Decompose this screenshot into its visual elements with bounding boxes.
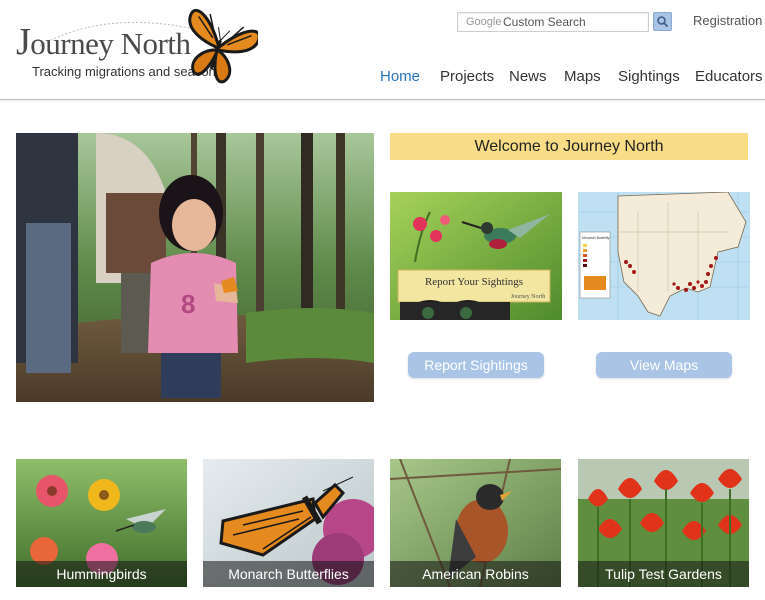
registration-link[interactable]: Registration xyxy=(693,13,762,28)
welcome-heading: Welcome to Journey North xyxy=(474,138,664,155)
nav-educators[interactable]: Educators xyxy=(695,68,763,85)
google-brand: Google xyxy=(466,16,502,28)
search-input[interactable]: Google Custom Search xyxy=(457,12,649,32)
view-maps-button[interactable]: View Maps xyxy=(596,352,732,378)
tile-hummingbirds[interactable]: Hummingbirds xyxy=(16,459,187,587)
tile-caption-hummingbirds: Hummingbirds xyxy=(16,561,187,587)
site-logo[interactable]: Journey North Tracking migrations and se… xyxy=(14,6,259,92)
report-card-brand: Journey North xyxy=(511,294,546,300)
logo-title: Journey North xyxy=(16,21,191,63)
tile-caption-tulip-test-gardens: Tulip Test Gardens xyxy=(578,561,749,587)
tile-tulip-test-gardens[interactable]: Tulip Test Gardens xyxy=(578,459,749,587)
nav-home[interactable]: Home xyxy=(380,68,420,85)
svg-text:8: 8 xyxy=(181,289,195,319)
tile-caption-american-robins: American Robins xyxy=(390,561,561,587)
monarch-map-image[interactable]: Monarch Butterfly xyxy=(578,192,750,320)
header-divider xyxy=(0,99,765,100)
report-sightings-image[interactable]: Report Your Sightings Journey North xyxy=(390,192,562,320)
search-placeholder: Custom Search xyxy=(503,15,586,29)
hero-photo-girl-with-butterfly: 8 xyxy=(16,133,374,402)
nav-projects[interactable]: Projects xyxy=(440,68,494,85)
nav-sightings[interactable]: Sightings xyxy=(618,68,680,85)
welcome-banner: Welcome to Journey North xyxy=(390,133,748,160)
monarch-butterfly-icon xyxy=(188,8,258,84)
nav-maps[interactable]: Maps xyxy=(564,68,601,85)
map-legend-title: Monarch Butterfly xyxy=(582,236,610,240)
nav-news[interactable]: News xyxy=(509,68,547,85)
report-sightings-button[interactable]: Report Sightings xyxy=(408,352,544,378)
report-card-title: Report Your Sightings xyxy=(425,276,523,288)
tile-caption-monarch-butterflies: Monarch Butterflies xyxy=(203,561,374,587)
search-icon xyxy=(657,16,669,28)
tile-monarch-butterflies[interactable]: Monarch Butterflies xyxy=(203,459,374,587)
tile-american-robins[interactable]: American Robins xyxy=(390,459,561,587)
search-button[interactable] xyxy=(653,12,672,31)
